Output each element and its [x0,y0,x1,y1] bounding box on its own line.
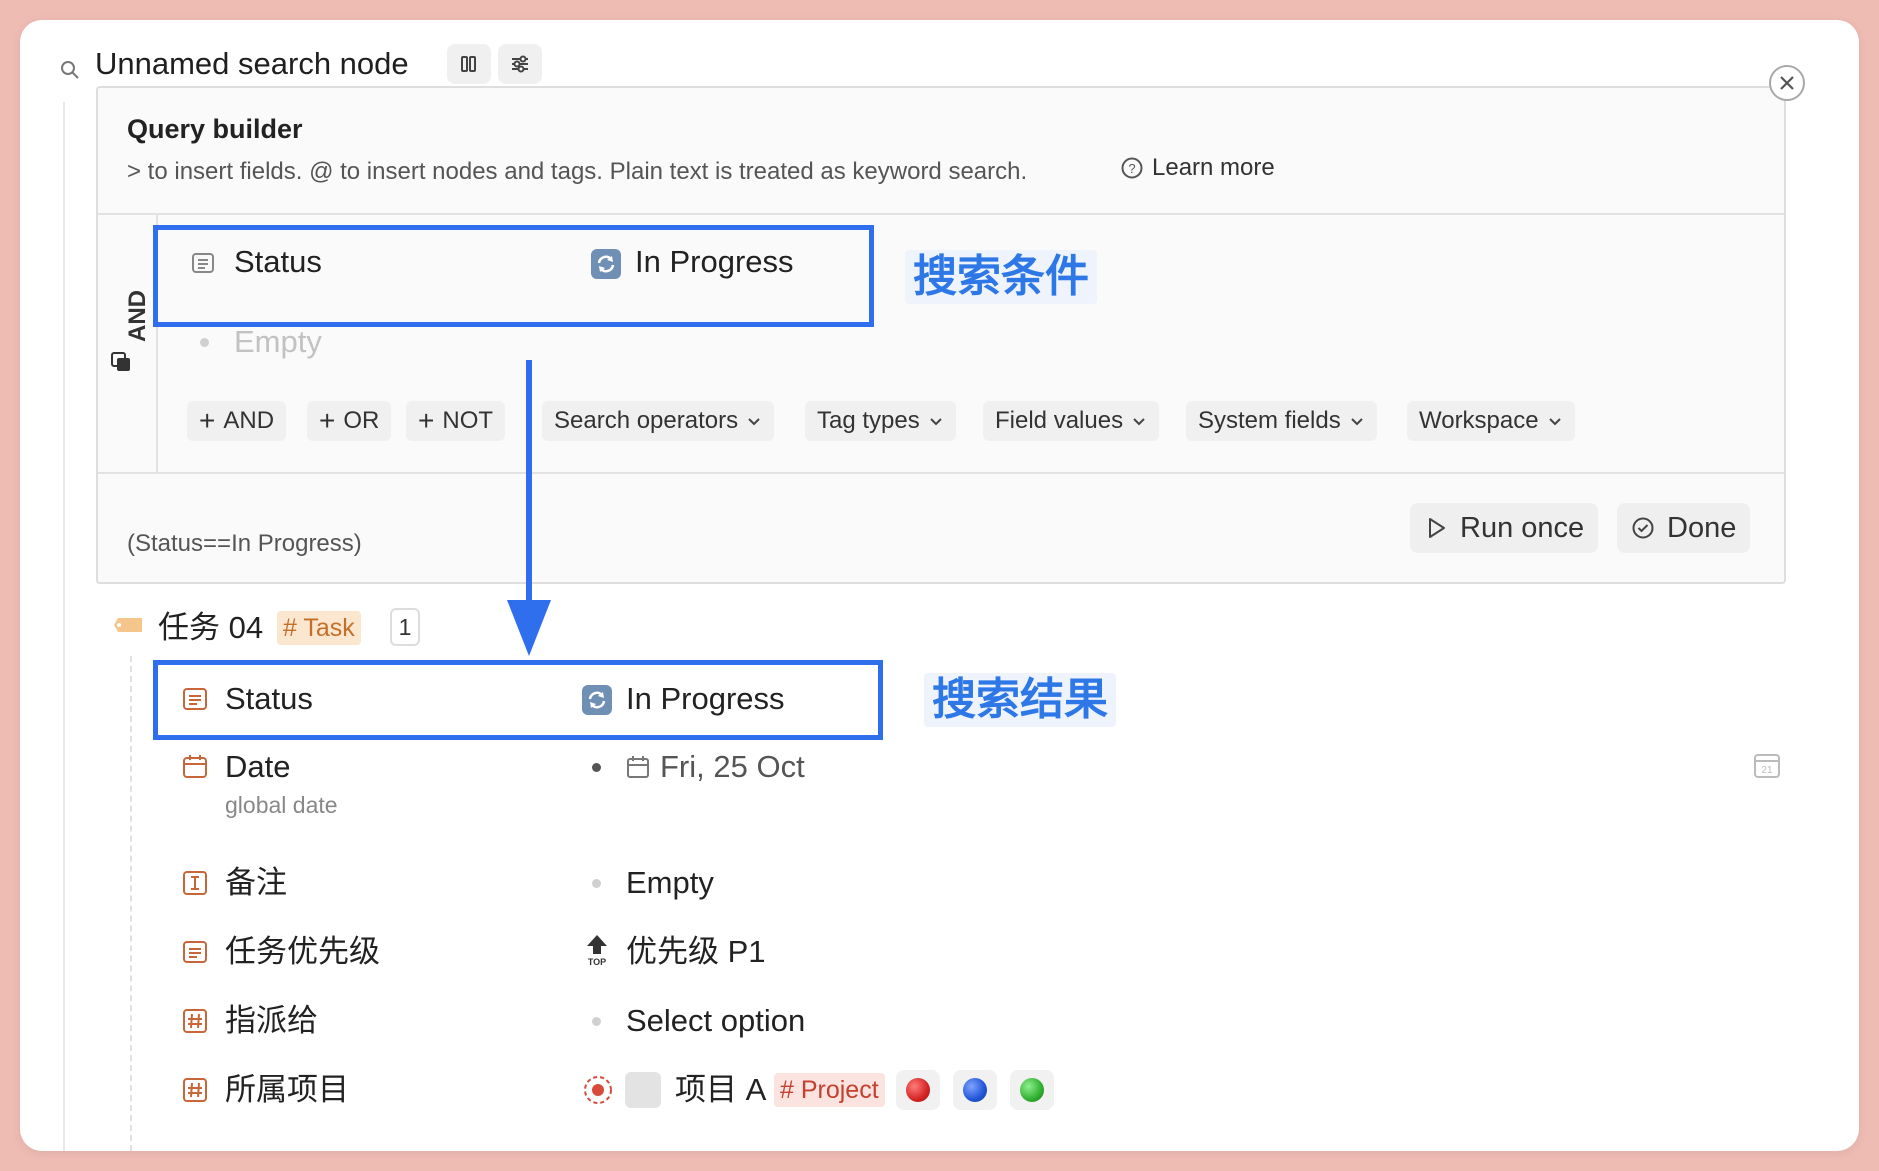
chevron-down-icon [1548,418,1561,426]
field-values-dropdown[interactable]: Field values [983,401,1160,441]
panel-divider-bottom [98,472,1784,474]
assign-field-value[interactable]: Select option [626,1001,805,1041]
and-operator-label[interactable]: AND [124,286,152,346]
green-circle-icon [1020,1078,1044,1102]
workspace-label: Workspace [1419,407,1539,434]
bullet-dot [592,763,601,772]
learn-more-link[interactable]: ? Learn more [1120,152,1275,184]
blue-circle-icon [963,1078,987,1102]
red-status-chip[interactable] [896,1070,940,1110]
svg-text:21: 21 [1761,765,1773,776]
tag-node-icon [114,613,146,642]
close-icon [1780,76,1794,90]
hashtag-field-icon [182,1077,208,1103]
filter-settings-button[interactable] [498,44,542,84]
note-field-value[interactable]: Empty [626,863,714,903]
result-count-badge[interactable]: 1 [390,608,420,646]
result-highlight-box [153,660,883,740]
add-not-button[interactable]: + NOT [406,401,506,441]
target-icon [582,1074,614,1111]
result-node-title[interactable]: 任务 04 [158,608,263,648]
workspace-dropdown[interactable]: Workspace [1407,401,1575,441]
system-fields-dropdown[interactable]: System fields [1186,401,1377,441]
check-circle-icon [1632,517,1654,539]
query-expression: (Status==In Progress) [127,530,362,557]
query-builder-hint: > to insert fields. @ to insert nodes an… [127,158,1028,185]
condition-highlight-box [153,225,874,327]
bullet-dot [592,1017,601,1026]
priority-field-value[interactable]: 优先级 P1 [626,932,766,972]
play-icon [1429,518,1445,538]
green-status-chip[interactable] [1010,1070,1054,1110]
add-and-button[interactable]: + AND [187,401,287,441]
project-avatar [625,1072,661,1108]
text-field-icon [182,870,208,896]
svg-text:TOP: TOP [588,957,606,967]
search-node-window: Unnamed search node Query builder > to i… [20,20,1859,1151]
search-operators-label: Search operators [554,407,739,434]
chevron-down-icon [748,418,760,426]
help-circle-icon: ? [1121,157,1143,179]
add-and-label: AND [223,407,275,434]
search-icon [58,58,82,82]
columns-view-button[interactable] [447,44,491,84]
columns-icon [461,56,476,72]
add-not-label: NOT [442,407,494,434]
sliders-icon [512,55,528,73]
done-button[interactable]: Done [1617,503,1751,553]
chevron-down-icon [1351,418,1363,426]
empty-placeholder[interactable]: Empty [234,322,322,362]
plus-icon: + [319,405,336,436]
calendar-field-icon [182,754,208,780]
project-field-label: 所属项目 [225,1072,349,1107]
chevron-down-icon [1133,418,1145,426]
result-callout: 搜索结果 [924,673,1116,727]
task-tag[interactable]: # Task [277,611,361,645]
blue-status-chip[interactable] [953,1070,997,1110]
and-group-icon [109,350,133,379]
hashtag-field-icon [182,1008,208,1034]
learn-more-label: Learn more [1152,154,1275,181]
panel-divider-top [98,213,1784,215]
date-field-value[interactable]: Fri, 25 Oct [660,747,805,787]
run-once-button[interactable]: Run once [1410,503,1599,553]
tree-guide-line [63,102,65,1151]
tag-types-dropdown[interactable]: Tag types [805,401,956,441]
date-field-description: global date [225,792,338,818]
red-circle-icon [906,1078,930,1102]
date-field-label: Date [225,749,291,784]
svg-text:?: ? [1128,161,1135,176]
calendar-icon [627,755,649,784]
project-tag[interactable]: # Project [774,1073,885,1107]
done-label: Done [1667,511,1737,544]
add-or-label: OR [343,407,380,434]
date-picker-button[interactable]: 21 [1753,751,1781,784]
assign-field-label: 指派给 [225,1003,318,1038]
note-field-label: 备注 [225,865,287,900]
condition-callout: 搜索条件 [905,250,1097,304]
bullet-dot [200,338,209,347]
project-field-value[interactable]: 项目 A [675,1070,766,1110]
tag-types-label: Tag types [817,407,920,434]
field-values-label: Field values [995,407,1124,434]
plus-icon: + [418,405,435,436]
arrow-down-annotation [507,360,551,656]
result-tree-line [130,656,134,1151]
calendar-day-icon: 21 [1754,754,1780,778]
priority-field-label: 任务优先级 [225,934,380,969]
chevron-down-icon [930,418,942,426]
system-fields-label: System fields [1198,407,1341,434]
list-field-icon [182,939,208,965]
close-button[interactable] [1769,65,1805,101]
query-builder-title: Query builder [127,114,303,144]
add-or-button[interactable]: + OR [307,401,392,441]
search-operators-dropdown[interactable]: Search operators [542,401,775,441]
node-title[interactable]: Unnamed search node [95,44,409,84]
plus-icon: + [199,405,216,436]
top-priority-icon: TOP [583,933,611,972]
bullet-dot [592,879,601,888]
run-once-label: Run once [1460,511,1585,544]
